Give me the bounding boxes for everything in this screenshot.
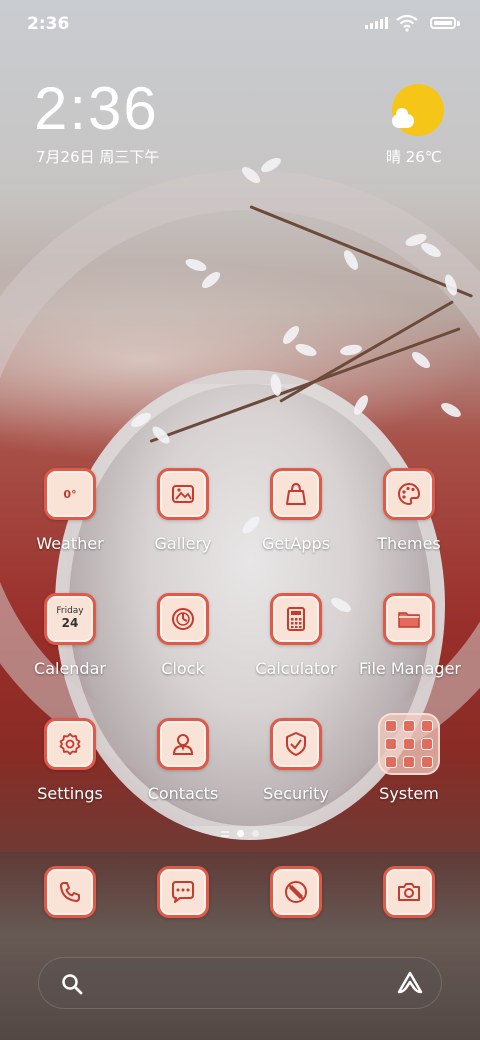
app-label: Contacts (147, 784, 219, 803)
weather-icon-text: 0° (63, 487, 77, 501)
calculator-icon (270, 593, 322, 645)
app-clock[interactable]: Clock (133, 593, 233, 678)
page-indicator[interactable] (0, 830, 480, 837)
status-bar: 2:36 (0, 0, 480, 50)
shopping-bag-icon (270, 468, 322, 520)
folder-mini-icon (385, 738, 397, 750)
folder-icon (383, 593, 435, 645)
gear-icon (44, 718, 96, 770)
app-weather[interactable]: 0° Weather (20, 468, 120, 553)
app-gallery[interactable]: Gallery (133, 468, 233, 553)
clock-widget-date[interactable]: 7月26日 周三下午 (36, 146, 159, 167)
assistant-icon[interactable] (396, 970, 424, 996)
app-folder-system[interactable]: System (359, 713, 459, 803)
folder-mini-icon (403, 738, 415, 750)
weather-widget-text[interactable]: 晴 26℃ (386, 146, 442, 167)
wifi-icon (396, 14, 418, 32)
feed-page-indicator[interactable] (221, 830, 229, 837)
app-label: File Manager (359, 659, 461, 678)
clock-icon (157, 593, 209, 645)
calendar-icon-face: Friday 24 (56, 606, 84, 631)
page-dot-active[interactable] (237, 830, 244, 837)
dock-camera[interactable] (359, 866, 459, 918)
app-label: Gallery (154, 534, 212, 553)
app-security[interactable]: Security (246, 718, 346, 803)
calendar-icon: Friday 24 (44, 593, 96, 645)
app-getapps[interactable]: GetApps (246, 468, 346, 553)
folder-mini-icon (421, 738, 433, 750)
app-settings[interactable]: Settings (20, 718, 120, 803)
status-time: 2:36 (27, 14, 70, 34)
folder-mini-icon (403, 720, 415, 732)
dock-browser[interactable] (246, 866, 346, 918)
weather-icon: 0° (44, 468, 96, 520)
app-folder-icon (378, 713, 440, 775)
app-themes[interactable]: Themes (359, 468, 459, 553)
page-dot[interactable] (252, 830, 259, 837)
app-contacts[interactable]: Contacts (133, 718, 233, 803)
battery-tip (457, 21, 460, 26)
cloud-icon (392, 108, 414, 128)
folder-mini-icon (421, 720, 433, 732)
folder-mini-icon (385, 756, 397, 768)
app-label: Settings (37, 784, 103, 803)
shield-icon (270, 718, 322, 770)
message-icon (157, 866, 209, 918)
app-label: Calculator (255, 659, 337, 678)
app-label: Calendar (34, 659, 106, 678)
clock-widget-time[interactable]: 2:36 (34, 74, 159, 143)
folder-mini-icon (385, 720, 397, 732)
dock-phone[interactable] (20, 866, 120, 918)
app-label: Weather (36, 534, 104, 553)
app-label: Themes (377, 534, 441, 553)
app-label: System (379, 784, 439, 803)
search-icon[interactable] (60, 972, 84, 996)
contact-icon (157, 718, 209, 770)
app-calculator[interactable]: Calculator (246, 593, 346, 678)
phone-icon (44, 866, 96, 918)
folder-mini-icon (403, 756, 415, 768)
battery-icon (430, 17, 456, 29)
palette-icon (383, 468, 435, 520)
app-file-manager[interactable]: File Manager (359, 593, 461, 678)
calendar-day: 24 (61, 616, 79, 631)
camera-icon (383, 866, 435, 918)
browser-icon (270, 866, 322, 918)
folder-mini-icon (421, 756, 433, 768)
calendar-weekday: Friday (56, 606, 84, 617)
dock-messages[interactable] (133, 866, 233, 918)
app-label: Clock (161, 659, 205, 678)
app-calendar[interactable]: Friday 24 Calendar (20, 593, 120, 678)
app-label: GetApps (261, 534, 331, 553)
signal-icon (365, 17, 388, 29)
search-bar[interactable] (38, 957, 442, 1009)
gallery-icon (157, 468, 209, 520)
app-label: Security (263, 784, 329, 803)
